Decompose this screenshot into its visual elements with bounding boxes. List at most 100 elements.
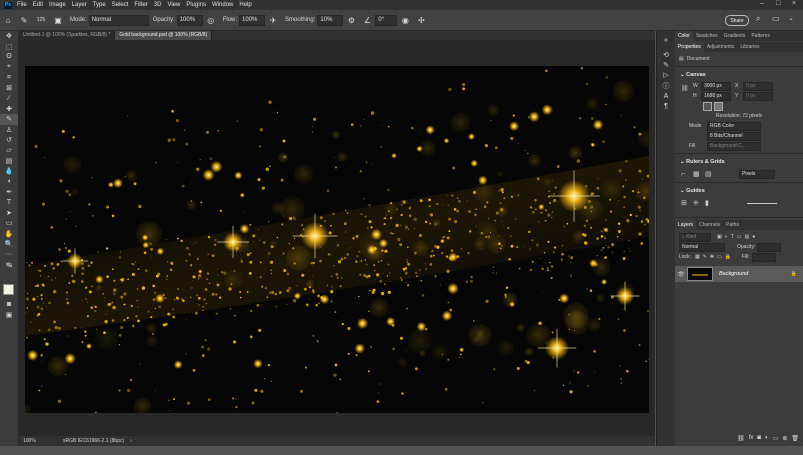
marquee-tool-icon[interactable]: ⬚ [0,41,18,51]
close-icon[interactable]: × [792,0,796,7]
screen-mode-icon[interactable]: ▣ [0,310,18,320]
edit-toolbar-icon[interactable]: ↹ [0,260,18,270]
menu-help[interactable]: Help [239,2,251,8]
menu-select[interactable]: Select [112,2,129,8]
canvas-section-title[interactable]: ⌄ Canvas [675,69,803,81]
menu-plugins[interactable]: Plugins [186,2,206,8]
history-brush-tool-icon[interactable]: ↺ [0,135,18,145]
type-tool-icon[interactable]: T [0,197,18,207]
rectangle-tool-icon[interactable]: ▭ [0,218,18,228]
bit-depth-select[interactable]: 8 Bits/Channel [707,131,761,141]
landscape-icon[interactable] [714,101,723,111]
tab-gradients[interactable]: Gradients [721,31,749,41]
smoothing-field[interactable]: 10% [317,14,344,26]
add-mask-icon[interactable]: ◙ [757,435,761,442]
blend-mode-select[interactable]: Normal [679,242,725,252]
width-field[interactable]: 3000 px [701,81,731,91]
eraser-tool-icon[interactable]: ▱ [0,145,18,155]
eyedropper-tool-icon[interactable]: ⁄ [0,93,18,103]
trash-icon[interactable]: 🗑 [791,435,799,442]
tab-libraries[interactable]: Libraries [737,42,762,52]
gradient-tool-icon[interactable]: ▤ [0,156,18,166]
angle-field[interactable]: 0° [375,14,398,26]
link-icon[interactable]: ⛓ [681,85,689,92]
tab-color[interactable]: Color [675,31,693,41]
lock-icons[interactable]: ▦✎✥▭🔒 [695,254,734,260]
brushes-panel-icon[interactable]: ✎ [657,60,675,70]
height-field[interactable]: 1688 px [701,91,731,101]
grid-icon[interactable]: ▦ [693,170,705,178]
actions-panel-icon[interactable]: ▷ [657,70,675,80]
tab-untitled-1[interactable]: Untitled-1 @ 100% (Sparkles, RGB/8) * [19,31,116,40]
dodge-tool-icon[interactable]: ◖ [0,176,18,186]
more-tools-icon[interactable]: ··· [0,249,18,259]
pressure-opacity-icon[interactable]: ◎ [206,15,216,25]
character-panel-icon[interactable]: A [657,91,675,101]
zoom-tool-icon[interactable]: 🔍 [0,239,18,249]
new-layer-icon[interactable]: ⊕ [782,435,787,442]
x-field[interactable]: 0 px [743,81,773,91]
link-layers-icon[interactable]: ⛓ [737,435,745,442]
portrait-icon[interactable] [703,101,712,111]
home-icon[interactable]: ⌂ [3,15,13,25]
paragraph-panel-icon[interactable]: ¶ [657,101,675,111]
chevron-right-icon[interactable]: › [130,438,132,444]
tab-layers[interactable]: Layers [675,220,697,230]
flow-field[interactable]: 100% [239,14,266,26]
share-button[interactable]: Share [725,15,749,26]
clone-stamp-tool-icon[interactable]: ♙ [0,125,18,135]
new-guide-icon[interactable]: ▮ [705,199,717,207]
menu-image[interactable]: Image [49,2,66,8]
maximize-icon[interactable]: □ [776,0,780,7]
brush-tool-icon[interactable]: ✎ [0,114,18,125]
pressure-size-icon[interactable]: ◉ [400,15,410,25]
tab-properties[interactable]: Properties [675,42,704,52]
opacity-field[interactable]: 100% [176,14,203,26]
blur-tool-icon[interactable]: 💧 [0,166,18,176]
hand-tool-icon[interactable]: ✋ [0,228,18,238]
menu-file[interactable]: File [17,2,27,8]
frame-tool-icon[interactable]: ⊠ [0,83,18,93]
move-tool-icon[interactable]: ✥ [0,31,18,41]
guides-icon[interactable]: ⊞ [681,199,693,207]
ruler-icon[interactable]: ⌐ [681,171,693,178]
menu-view[interactable]: View [167,2,180,8]
brush-tool-preset-icon[interactable]: ✎ [19,15,29,25]
menu-window[interactable]: Window [212,2,233,8]
menu-edit[interactable]: Edit [33,2,43,8]
smoothing-settings-icon[interactable]: ⚙ [346,15,356,25]
crop-tool-icon[interactable]: ⌗ [0,73,18,83]
y-field[interactable]: 0 px [743,91,773,101]
grid-settings-icon[interactable]: ▤ [705,170,717,178]
layer-opacity-field[interactable] [757,242,782,252]
search-icon[interactable]: ⌕ [756,14,760,24]
tab-patterns[interactable]: Patterns [748,31,773,41]
brush-settings-icon[interactable]: ▣ [53,15,63,25]
quick-selection-tool-icon[interactable]: ⌖ [0,62,18,72]
layer-filter-icons[interactable]: ▣◐T▭▤● [717,234,758,240]
history-panel-icon[interactable]: ⟲ [657,49,675,59]
smart-guides-icon[interactable]: ⁜ [693,199,705,207]
menu-type[interactable]: Type [93,2,106,8]
pen-tool-icon[interactable]: ✒ [0,187,18,197]
tab-gold-background[interactable]: Gold background.psd @ 100% (RGB/8) [115,31,213,40]
tab-channels[interactable]: Channels [696,220,723,230]
info-panel-icon[interactable]: ⓘ [657,81,675,91]
menu-filter[interactable]: Filter [134,2,147,8]
symmetry-icon[interactable]: ✣ [416,15,426,25]
fill-opacity-field[interactable] [751,252,776,262]
brush-size-preview[interactable]: 125 [32,17,50,23]
adjustment-layer-icon[interactable]: ◐ [765,435,769,442]
zoom-level[interactable]: 100% [23,438,53,444]
spot-healing-tool-icon[interactable]: ✚ [0,104,18,114]
airbrush-icon[interactable]: ✈ [268,15,278,25]
angle-icon[interactable]: ∠ [362,15,372,25]
chevron-down-icon[interactable]: ⌄ [788,14,794,22]
layer-filter-kind[interactable]: ⌕ Kind [679,232,711,242]
units-select[interactable]: Pixels [739,169,775,179]
mode-select[interactable]: RGB Color [707,121,761,131]
guide-color-line[interactable] [747,202,777,204]
layer-row-background[interactable]: 👁 Background 🔒 [675,266,803,282]
mode-select[interactable]: Normal [88,14,149,26]
image-canvas[interactable] [25,66,649,413]
